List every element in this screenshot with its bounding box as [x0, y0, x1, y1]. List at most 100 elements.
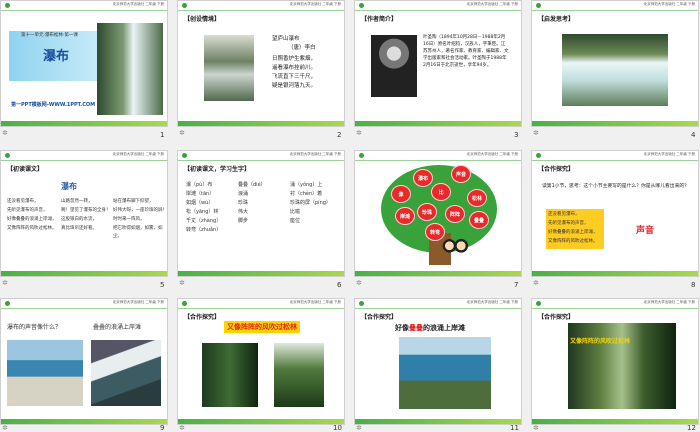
slide-thumbnail-1[interactable]: 北京师范大学出版社 二年级 下册 第十一单元·瀑布松林·第一课 瀑布 第一PPT… [0, 0, 168, 127]
vocab-word: 岸滩（tān） [186, 191, 215, 197]
caption-box: 又像阵阵的风吹过松林 [224, 321, 300, 333]
vocab-word: 瀑（pù）布 [186, 182, 213, 188]
logo-dot-icon [182, 3, 187, 8]
slide-thumbnail-8[interactable]: 北京师范大学出版社 二年级 下册 【合作探究】 读第1小节，思考：这个小节主要写… [531, 150, 699, 277]
word-leaf: 珍珠 [417, 203, 437, 221]
slide-header-text: 北京师范大学出版社 二年级 下册 [289, 300, 341, 304]
slide-number: 4 [691, 131, 696, 139]
slide-thumbnail-2[interactable]: 北京师范大学出版社 二年级 下册 【创设情境】 望庐山瀑布 （唐）李白 日照香炉… [177, 0, 345, 127]
text-col-1-line-3: 好像叠叠的浪涌上岸滩， [7, 217, 57, 222]
word-leaf: 像 [391, 185, 411, 203]
slide-footer-bar [178, 121, 344, 126]
slide-number: 1 [160, 131, 165, 139]
vocab-word: 珍珠 [238, 200, 249, 206]
slide-tag: 【创设情境】 [184, 16, 221, 23]
text-col-2-line-3: 这股银白的水流， [61, 217, 97, 222]
slide-thumbnail-7[interactable]: 北京师范大学出版社 二年级 下册 瀑布 声音像 比松林 岸滩 珍珠 阵阵 叠叠 转弯 [354, 150, 522, 277]
transition-star-icon: ✲ [533, 279, 539, 287]
slide-header-bar: 北京师范大学出版社 二年级 下册 [532, 151, 698, 161]
slide-thumbnail-9[interactable]: 北京师范大学出版社 二年级 下册 瀑布的声音像什么？ 叠叠的浪涌上岸滩 [0, 298, 168, 425]
slide-footer-bar [1, 271, 167, 276]
word-leaf: 声音 [451, 165, 471, 183]
slide-header-text: 北京师范大学出版社 二年级 下册 [643, 2, 695, 6]
text-col-1-line-4: 又像阵阵的风吹过松林。 [7, 226, 57, 231]
vocab-grid: 瀑（pù）布 叠叠（dié） 涌（yǒng）上 岸滩（tān） 浪涌 衬（chèn）着 如烟… [186, 181, 342, 233]
slide-footer-bar [532, 271, 698, 276]
slide-header-text: 北京师范大学出版社 二年级 下册 [289, 152, 341, 156]
footer-site: 第一PPT模板网-WWW.1PPT.COM [11, 102, 96, 108]
slide-header-bar: 北京师范大学出版社 二年级 下册 [1, 1, 167, 11]
vocab-word: 衬（chèn）着 [290, 191, 323, 197]
slide-header-bar: 北京师范大学出版社 二年级 下册 [178, 151, 344, 161]
slide-tag: 【初读课文，学习生字】 [184, 166, 251, 173]
overlay-caption: 又像阵阵的风吹过松林 [570, 338, 631, 345]
author-bio: 叶圣陶（1894年10月28日－1988年2月16日）原名叶绍钧，汉族人，字秉臣… [423, 35, 509, 68]
slide-footer-bar [355, 121, 521, 126]
slide-header-bar: 北京师范大学出版社 二年级 下册 [178, 299, 344, 309]
logo-dot-icon [5, 301, 10, 306]
text-col-1-line-1: 还没看见瀑布， [7, 199, 39, 204]
slide-footer-bar [178, 419, 344, 424]
quote-line-2: 先听见瀑布的声音， [548, 221, 589, 226]
slide-number: 8 [691, 281, 696, 289]
slide-header-text: 北京师范大学出版社 二年级 下册 [466, 152, 518, 156]
slide-tag: 【初读课文】 [7, 166, 44, 173]
word-leaf: 转弯 [425, 223, 445, 241]
slide-thumbnail-6[interactable]: 北京师范大学出版社 二年级 下册 【初读课文，学习生字】 瀑（pù）布 叠叠（di… [177, 150, 345, 277]
poem-line-2: 遥看瀑布挂前川。 [272, 65, 317, 71]
waterfall-photo [562, 34, 668, 106]
poem-line-4: 疑是银河落九天。 [272, 83, 317, 89]
slide-thumbnail-11[interactable]: 北京师范大学出版社 二年级 下册 【合作探究】 好像叠叠的浪涌上岸滩 [354, 298, 522, 425]
slide-thumbnail-5[interactable]: 北京师范大学出版社 二年级 下册 【初读课文】 瀑布 还没看见瀑布， 先听见瀑布… [0, 150, 168, 277]
logo-dot-icon [5, 3, 10, 8]
text-col-2-line-4: 真比珠帘还好看。 [61, 226, 97, 231]
slide-number: 3 [514, 131, 519, 139]
quote-line-3: 好像叠叠的浪涌上岸滩， [548, 230, 598, 235]
transition-star-icon: ✲ [2, 129, 8, 137]
slide-title: 瀑布 [43, 49, 70, 64]
transition-star-icon: ✲ [2, 279, 8, 287]
text-col-2-line-2: 啊！望见了瀑布的全身！ [61, 208, 111, 213]
slide-tag: 【启发思考】 [538, 16, 575, 23]
vocab-word: 涌（yǒng）上 [290, 182, 323, 188]
unit-label: 第十一单元·瀑布松林·第一课 [21, 33, 78, 38]
slide-footer-bar [532, 419, 698, 424]
logo-dot-icon [359, 3, 364, 8]
slide-header-text: 北京师范大学出版社 二年级 下册 [466, 2, 518, 6]
caption-part-c: 的浪涌上岸滩 [423, 324, 465, 332]
slide-tag: 【合作探究】 [361, 314, 398, 321]
slide-header-bar: 北京师范大学出版社 二年级 下册 [1, 299, 167, 309]
slide-thumbnail-4[interactable]: 北京师范大学出版社 二年级 下册 【启发思考】 [531, 0, 699, 127]
slide-tag: 【合作探究】 [538, 166, 575, 173]
word-leaf: 松林 [467, 189, 487, 207]
quote-line-4: 又像阵阵的风吹过松林。 [548, 239, 598, 244]
answer-label: 叠叠的浪涌上岸滩 [93, 324, 142, 331]
logo-dot-icon [536, 3, 541, 8]
text-col-2-line-1: 山路忽然一转， [61, 199, 93, 204]
slide-footer-bar [532, 121, 698, 126]
word-leaf: 叠叠 [469, 211, 489, 229]
text-col-3-line-4: 把它吹得如烟，如雾，如尘。 [113, 226, 163, 239]
vocab-word: 叠叠（dié） [238, 182, 266, 188]
poem-title: 望庐山瀑布 [272, 36, 300, 42]
slide-header-bar: 北京师范大学出版社 二年级 下册 [1, 151, 167, 161]
slide-thumbnail-12[interactable]: 北京师范大学出版社 二年级 下册 【合作探究】 又像阵阵的风吹过松林 [531, 298, 699, 425]
poem-line-1: 日照香炉生紫烟， [272, 56, 317, 62]
caption: 好像叠叠的浪涌上岸滩 [395, 323, 465, 333]
children-icon [441, 237, 469, 259]
slide-header-text: 北京师范大学出版社 二年级 下册 [112, 152, 164, 156]
vocab-word: 珍珠的屏（píng） [290, 200, 331, 206]
slide-tag: 【合作探究】 [538, 314, 575, 321]
vocab-word: 比喻 [290, 209, 301, 215]
slide-header-bar: 北京师范大学出版社 二年级 下册 [355, 299, 521, 309]
poem-line-3: 飞流直下三千尺， [272, 74, 317, 80]
slide-header-bar: 北京师范大学出版社 二年级 下册 [178, 1, 344, 11]
slide-thumbnail-10[interactable]: 北京师范大学出版社 二年级 下册 【合作探究】 又像阵阵的风吹过松林 [177, 298, 345, 425]
slide-thumbnail-3[interactable]: 北京师范大学出版社 二年级 下册 【作者简介】 叶圣陶（1894年10月28日－… [354, 0, 522, 127]
vocab-word: 转弯（zhuǎn） [186, 227, 222, 233]
transition-star-icon: ✲ [533, 129, 539, 137]
slide-header-text: 北京师范大学出版社 二年级 下册 [112, 300, 164, 304]
slide-header-bar: 北京师范大学出版社 二年级 下册 [355, 1, 521, 11]
slide-header-bar: 北京师范大学出版社 二年级 下册 [532, 1, 698, 11]
slide-header-text: 北京师范大学出版社 二年级 下册 [466, 300, 518, 304]
